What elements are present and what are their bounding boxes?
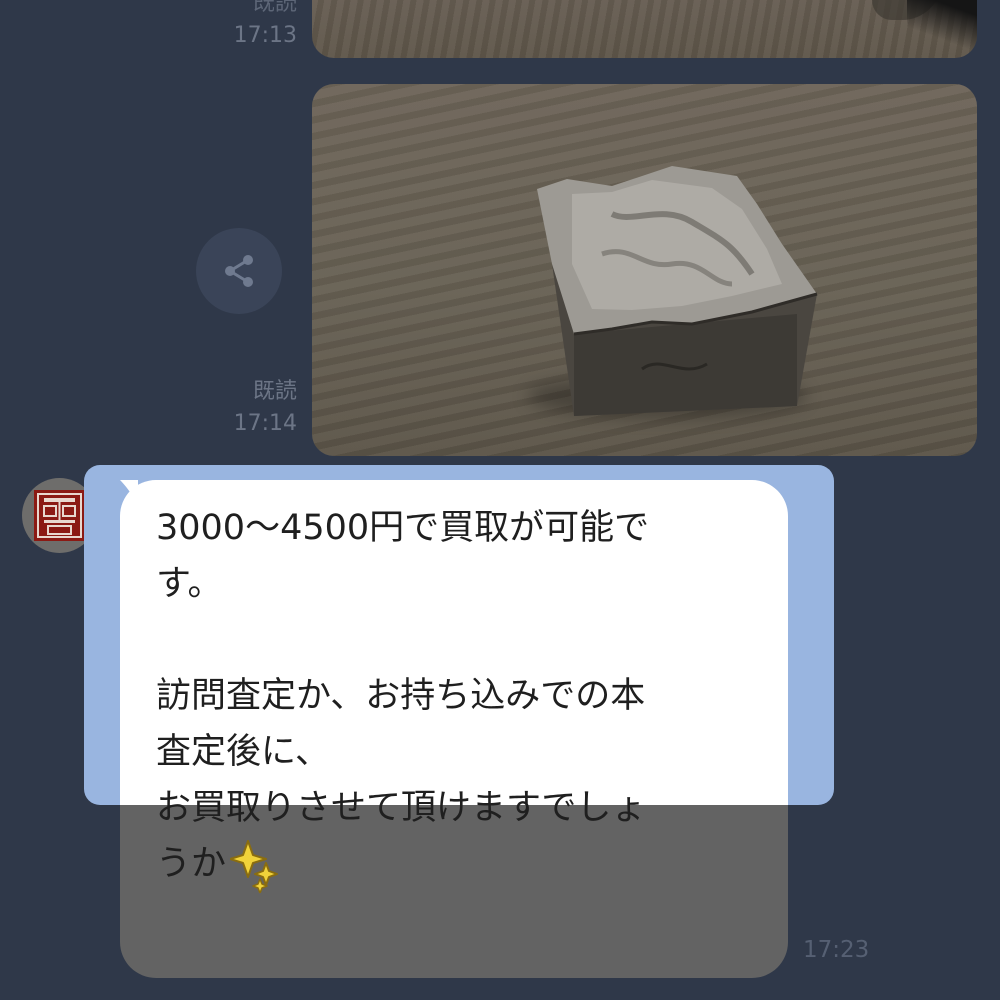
read-label: 既読 — [252, 379, 297, 404]
message-line: うか — [156, 844, 227, 884]
message-time: 17:13 — [233, 23, 297, 48]
message-line: 3000〜4500円で買取が可能で — [156, 508, 650, 548]
read-receipt-2: 既読 17:14 — [234, 376, 297, 440]
stamp-object-image — [537, 166, 818, 416]
message-time: 17:14 — [233, 411, 297, 436]
read-receipt-1: 既読 17:13 — [234, 0, 297, 52]
sparkles-icon — [230, 840, 279, 893]
share-button[interactable] — [196, 228, 282, 314]
message-line-last: うか — [156, 836, 756, 893]
message-line: 査定後に、 — [156, 732, 330, 772]
message-line: す。 — [156, 564, 223, 604]
message-time: 17:23 — [803, 937, 870, 963]
message-line: お買取りさせて頂けますでしょ — [156, 788, 647, 828]
message-text[interactable]: 3000〜4500円で買取が可能で す。訪問査定か、お持ち込みでの本 査定後に、お買… — [156, 500, 756, 893]
read-label: 既読 — [252, 0, 297, 16]
message-line — [156, 612, 756, 668]
message-line: 訪問査定か、お持ち込みでの本 — [156, 676, 646, 716]
share-icon — [225, 255, 253, 287]
sent-photo-2[interactable] — [312, 84, 977, 456]
photo-shadow — [907, 0, 977, 58]
sent-photo-1[interactable] — [312, 0, 977, 58]
